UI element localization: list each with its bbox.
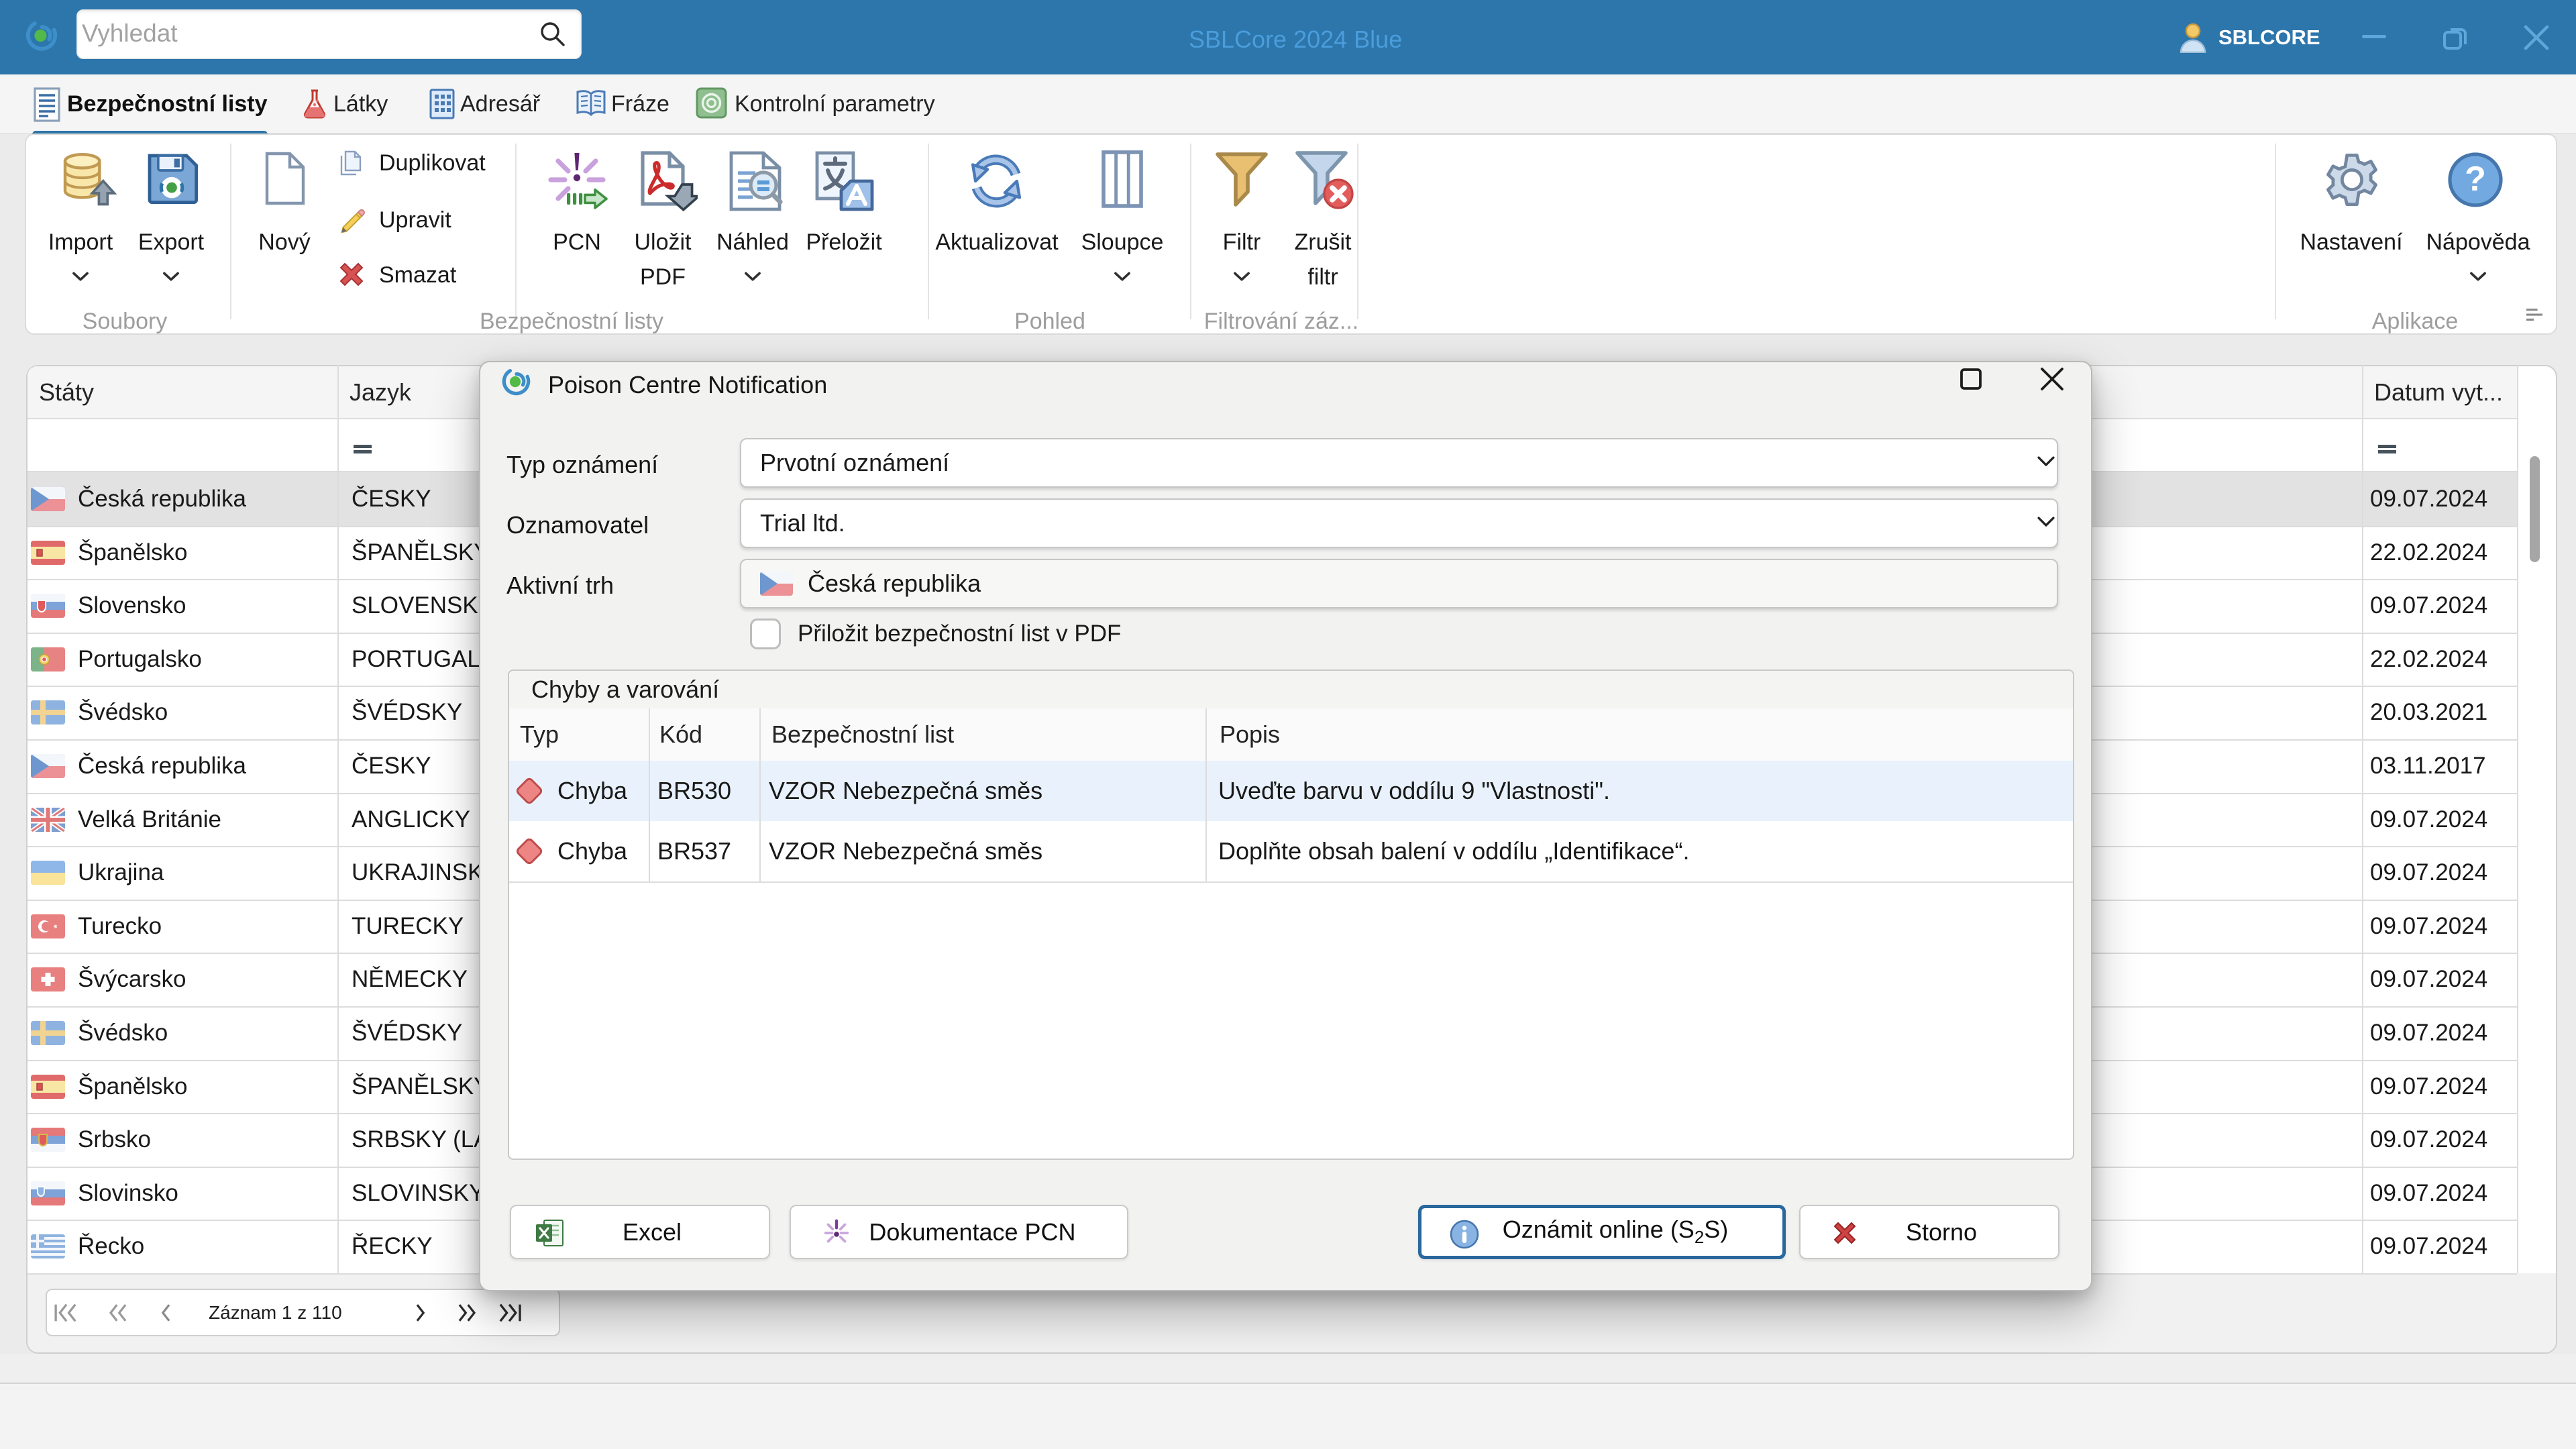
- svg-text:?: ?: [2465, 160, 2486, 199]
